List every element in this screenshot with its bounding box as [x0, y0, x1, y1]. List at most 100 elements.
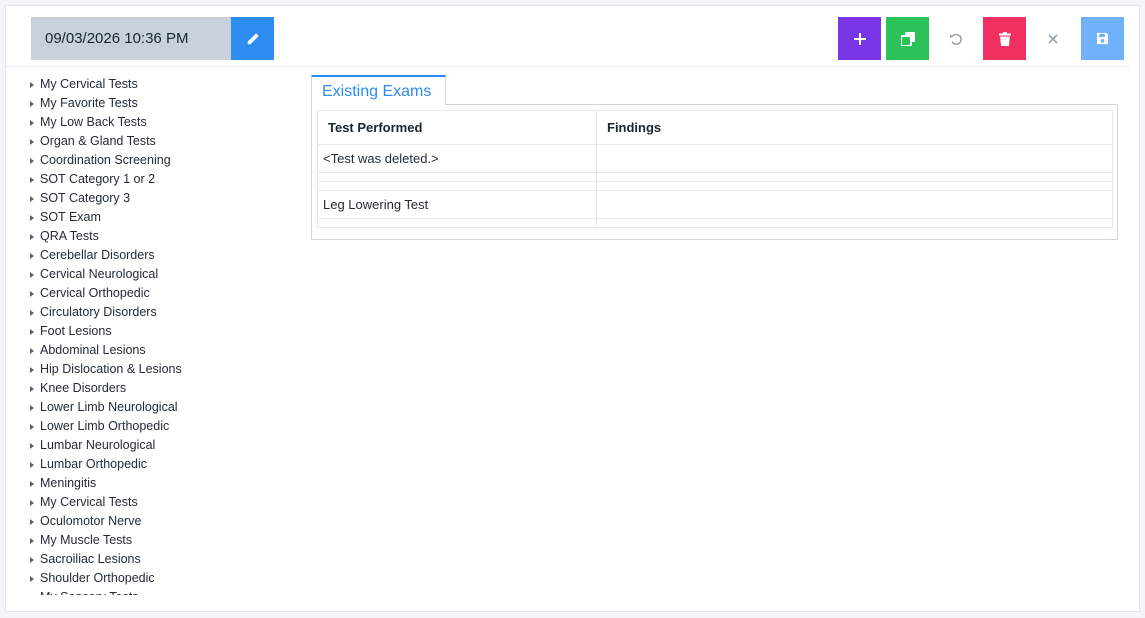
cell-test-performed — [317, 172, 597, 182]
duplicate-button[interactable] — [886, 17, 929, 60]
tree-item[interactable]: Abdominal Lesions — [29, 341, 279, 360]
expand-arrow-icon[interactable] — [30, 499, 34, 506]
table-row[interactable] — [317, 172, 1113, 182]
expand-arrow-icon[interactable] — [30, 518, 34, 525]
tree-item[interactable]: My Favorite Tests — [29, 94, 279, 113]
tree-item[interactable]: My Cervical Tests — [29, 493, 279, 512]
expand-arrow-icon[interactable] — [30, 309, 34, 316]
tree-item[interactable]: Circulatory Disorders — [29, 303, 279, 322]
tree-item[interactable]: Lumbar Orthopedic — [29, 455, 279, 474]
expand-arrow-icon[interactable] — [30, 195, 34, 202]
pencil-icon — [247, 32, 259, 44]
expand-arrow-icon[interactable] — [30, 461, 34, 468]
table-header-row: Test Performed Findings — [317, 110, 1113, 145]
expand-arrow-icon[interactable] — [30, 290, 34, 297]
expand-arrow-icon[interactable] — [30, 385, 34, 392]
column-header-test-performed[interactable]: Test Performed — [317, 110, 597, 145]
expand-arrow-icon[interactable] — [30, 119, 34, 126]
expand-arrow-icon[interactable] — [30, 575, 34, 582]
tree-item-label: Lumbar Neurological — [40, 438, 156, 452]
tree-item-label: Cerebellar Disorders — [40, 248, 155, 262]
expand-arrow-icon[interactable] — [30, 347, 34, 354]
table-row[interactable]: Leg Lowering Test — [317, 190, 1113, 219]
existing-exams-panel: Test Performed Findings <Test was delete… — [311, 104, 1118, 240]
tree-item[interactable]: Hip Dislocation & Lesions — [29, 360, 279, 379]
exam-datetime: 09/03/2026 10:36 PM — [31, 17, 231, 60]
tree-item-label: Sacroiliac Lesions — [40, 552, 141, 566]
tree-item[interactable]: Sacroiliac Lesions — [29, 550, 279, 569]
expand-arrow-icon[interactable] — [30, 366, 34, 373]
tree-item-label: Meningitis — [40, 476, 97, 490]
column-header-findings[interactable]: Findings — [596, 110, 1113, 145]
tree-item[interactable]: QRA Tests — [29, 227, 279, 246]
tree-item[interactable]: SOT Exam — [29, 208, 279, 227]
tree-item[interactable]: My Sensory Tests — [29, 588, 279, 595]
table-row[interactable] — [317, 218, 1113, 228]
tree-item[interactable]: Lumbar Neurological — [29, 436, 279, 455]
cell-findings — [596, 218, 1113, 228]
expand-arrow-icon[interactable] — [30, 138, 34, 145]
undo-button[interactable] — [934, 17, 977, 60]
expand-arrow-icon[interactable] — [30, 442, 34, 449]
expand-arrow-icon[interactable] — [30, 176, 34, 183]
table-row[interactable]: <Test was deleted.> — [317, 144, 1113, 173]
expand-arrow-icon[interactable] — [30, 537, 34, 544]
tree-item[interactable]: Meningitis — [29, 474, 279, 493]
tree-item-label: SOT Exam — [40, 210, 101, 224]
tree-item[interactable]: SOT Category 3 — [29, 189, 279, 208]
close-button[interactable] — [1031, 17, 1074, 60]
tree-item[interactable]: Organ & Gland Tests — [29, 132, 279, 151]
cell-findings — [596, 172, 1113, 182]
expand-arrow-icon[interactable] — [30, 100, 34, 107]
tree-item[interactable]: Lower Limb Orthopedic — [29, 417, 279, 436]
cell-test-performed: <Test was deleted.> — [317, 144, 597, 173]
expand-arrow-icon[interactable] — [30, 328, 34, 335]
tree-item[interactable]: My Cervical Tests — [29, 75, 279, 94]
tree-item-label: Lower Limb Neurological — [40, 400, 178, 414]
tree-item[interactable]: Cervical Orthopedic — [29, 284, 279, 303]
tree-item-label: Foot Lesions — [40, 324, 112, 338]
expand-arrow-icon[interactable] — [30, 480, 34, 487]
test-category-tree: My Cervical Tests My Favorite Tests My Low… — [29, 75, 279, 595]
tree-item-label: My Muscle Tests — [40, 533, 133, 547]
expand-arrow-icon[interactable] — [30, 157, 34, 164]
tree-item-label: My Cervical Tests — [40, 495, 138, 509]
tree-item-label: Organ & Gland Tests — [40, 134, 156, 148]
undo-icon — [949, 33, 962, 45]
expand-arrow-icon[interactable] — [30, 233, 34, 240]
expand-arrow-icon[interactable] — [30, 423, 34, 430]
tree-item[interactable]: Shoulder Orthopedic — [29, 569, 279, 588]
tree-item[interactable]: Knee Disorders — [29, 379, 279, 398]
tree-item[interactable]: My Low Back Tests — [29, 113, 279, 132]
expand-arrow-icon[interactable] — [30, 404, 34, 411]
tree-item[interactable]: Foot Lesions — [29, 322, 279, 341]
tree-item-label: My Low Back Tests — [40, 115, 147, 129]
expand-arrow-icon[interactable] — [30, 214, 34, 221]
tree-item-label: Cervical Neurological — [40, 267, 159, 281]
cell-findings — [596, 144, 1113, 173]
expand-arrow-icon[interactable] — [30, 594, 34, 595]
expand-arrow-icon[interactable] — [30, 81, 34, 88]
expand-arrow-icon[interactable] — [30, 556, 34, 563]
expand-arrow-icon[interactable] — [30, 252, 34, 259]
tree-item[interactable]: Cerebellar Disorders — [29, 246, 279, 265]
tree-item[interactable]: SOT Category 1 or 2 — [29, 170, 279, 189]
expand-arrow-icon[interactable] — [30, 271, 34, 278]
tab-existing-exams[interactable]: Existing Exams — [311, 75, 446, 105]
tree-item[interactable]: Lower Limb Neurological — [29, 398, 279, 417]
tree-item[interactable]: Oculomotor Nerve — [29, 512, 279, 531]
exams-table: Test Performed Findings <Test was delete… — [317, 110, 1113, 228]
tree-item[interactable]: My Muscle Tests — [29, 531, 279, 550]
add-button[interactable] — [838, 17, 881, 60]
tree-item-label: Cervical Orthopedic — [40, 286, 150, 300]
tree-item[interactable]: Cervical Neurological — [29, 265, 279, 284]
close-icon — [1047, 33, 1058, 44]
table-row[interactable] — [317, 181, 1113, 191]
cell-findings — [596, 190, 1113, 219]
save-button[interactable] — [1081, 17, 1124, 60]
tree-item[interactable]: Coordination Screening — [29, 151, 279, 170]
edit-button[interactable] — [231, 17, 274, 60]
tree-item-label: Oculomotor Nerve — [40, 514, 142, 528]
delete-button[interactable] — [983, 17, 1026, 60]
tree-item-label: Knee Disorders — [40, 381, 127, 395]
